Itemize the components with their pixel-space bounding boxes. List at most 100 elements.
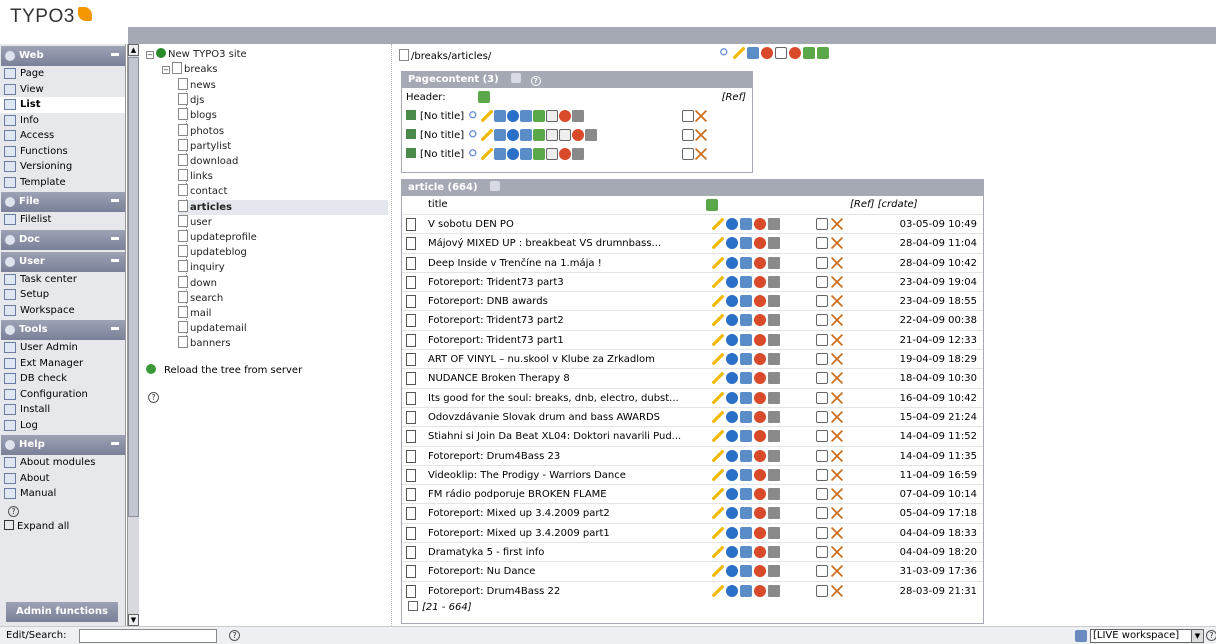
edit-icon[interactable] bbox=[481, 148, 493, 160]
document-icon[interactable] bbox=[406, 333, 416, 347]
delete-icon[interactable] bbox=[768, 256, 780, 269]
history-icon[interactable] bbox=[740, 218, 752, 230]
article-title[interactable]: Its good for the soul: breaks, dnb, elec… bbox=[428, 389, 710, 408]
info-icon[interactable] bbox=[726, 526, 738, 539]
info-icon[interactable] bbox=[726, 295, 738, 308]
document-icon[interactable] bbox=[406, 218, 416, 231]
cut-icon[interactable] bbox=[695, 148, 707, 160]
help-icon[interactable]: ? bbox=[148, 392, 159, 403]
delete-icon[interactable] bbox=[572, 110, 584, 122]
cut-icon[interactable] bbox=[831, 314, 843, 327]
document-icon[interactable] bbox=[406, 488, 416, 502]
collapse-icon[interactable] bbox=[111, 442, 119, 445]
info-icon[interactable] bbox=[726, 218, 738, 230]
copy-icon[interactable] bbox=[816, 584, 828, 597]
tree-node-mail[interactable]: mail bbox=[178, 306, 211, 321]
delete-icon[interactable] bbox=[768, 507, 780, 520]
hide-icon[interactable] bbox=[754, 584, 766, 597]
new-after-icon[interactable] bbox=[533, 148, 545, 160]
hide-icon[interactable] bbox=[754, 449, 766, 462]
article-title[interactable]: Fotoreport: Drum4Bass 22 bbox=[428, 582, 710, 601]
search-input[interactable] bbox=[79, 629, 217, 643]
info-icon[interactable] bbox=[507, 148, 519, 160]
module-item-workspace[interactable]: Workspace bbox=[0, 303, 125, 319]
module-group-tools[interactable]: Tools bbox=[1, 320, 125, 340]
document-icon[interactable] bbox=[406, 584, 416, 598]
tree-node-search[interactable]: search bbox=[178, 290, 223, 306]
collapse-icon[interactable] bbox=[111, 327, 119, 330]
module-item-view[interactable]: View bbox=[0, 82, 125, 98]
new-icon[interactable] bbox=[494, 110, 506, 122]
tree-node-breaks[interactable]: − breaks bbox=[162, 62, 218, 77]
content-element-icon[interactable] bbox=[406, 148, 416, 158]
module-item-log[interactable]: Log bbox=[0, 418, 125, 434]
history-icon[interactable] bbox=[740, 237, 752, 250]
edit-icon[interactable] bbox=[712, 546, 724, 559]
delete-icon[interactable] bbox=[768, 333, 780, 346]
cut-icon[interactable] bbox=[831, 507, 843, 520]
view-icon[interactable] bbox=[468, 148, 480, 160]
scroll-thumb[interactable] bbox=[128, 57, 139, 517]
history-icon[interactable] bbox=[740, 565, 752, 578]
delete-icon[interactable] bbox=[768, 488, 780, 501]
info-icon[interactable] bbox=[726, 237, 738, 250]
hide-icon[interactable] bbox=[754, 372, 766, 385]
column-title[interactable]: title bbox=[428, 199, 448, 210]
tree-node-updateprofile[interactable]: updateprofile bbox=[178, 230, 257, 245]
new-icon[interactable] bbox=[520, 110, 532, 122]
cut-icon[interactable] bbox=[831, 546, 843, 559]
copy-icon[interactable] bbox=[682, 129, 694, 141]
cut-icon[interactable] bbox=[831, 218, 843, 230]
article-title[interactable]: Fotoreport: Trident73 part3 bbox=[428, 273, 710, 292]
copy-icon[interactable] bbox=[816, 526, 828, 539]
tree-node-news[interactable]: news bbox=[178, 78, 216, 93]
info-icon[interactable] bbox=[726, 256, 738, 269]
cut-icon[interactable] bbox=[831, 449, 843, 462]
module-item-versioning[interactable]: Versioning bbox=[0, 159, 125, 175]
move-icon[interactable] bbox=[546, 110, 558, 122]
module-item-setup[interactable]: Setup bbox=[0, 287, 125, 303]
document-icon[interactable] bbox=[406, 372, 416, 386]
copy-icon[interactable] bbox=[816, 410, 828, 423]
tree-node-djs[interactable]: djs bbox=[178, 93, 204, 108]
document-icon[interactable] bbox=[406, 507, 416, 521]
module-item-access[interactable]: Access bbox=[0, 128, 125, 144]
module-group-web[interactable]: Web bbox=[1, 46, 125, 66]
article-title[interactable]: Videoklip: The Prodigy - Warriors Dance bbox=[428, 466, 710, 485]
document-icon[interactable] bbox=[406, 391, 416, 405]
delete-icon[interactable] bbox=[768, 584, 780, 597]
scroll-up-button[interactable]: ▲ bbox=[128, 44, 139, 56]
edit-icon[interactable] bbox=[712, 256, 724, 269]
edit-icon[interactable] bbox=[712, 353, 724, 366]
cut-icon[interactable] bbox=[831, 468, 843, 481]
copy-icon[interactable] bbox=[816, 237, 828, 250]
cut-icon[interactable] bbox=[831, 565, 843, 578]
delete-icon[interactable] bbox=[768, 353, 780, 366]
collapse-icon[interactable]: − bbox=[162, 66, 170, 74]
cut-icon[interactable] bbox=[831, 275, 843, 288]
edit-icon[interactable] bbox=[733, 47, 745, 59]
edit-icon[interactable] bbox=[712, 488, 724, 501]
delete-icon[interactable] bbox=[768, 546, 780, 559]
cut-icon[interactable] bbox=[831, 333, 843, 346]
history-icon[interactable] bbox=[740, 295, 752, 308]
info-icon[interactable] bbox=[726, 333, 738, 346]
cut-icon[interactable] bbox=[831, 391, 843, 404]
module-item-install[interactable]: Install bbox=[0, 402, 125, 418]
edit-icon[interactable] bbox=[481, 129, 493, 141]
tree-node-updateblog[interactable]: updateblog bbox=[178, 245, 247, 260]
copy-icon[interactable] bbox=[816, 218, 828, 230]
delete-icon[interactable] bbox=[768, 314, 780, 327]
delete-icon[interactable] bbox=[768, 526, 780, 539]
article-title[interactable]: Fotoreport: Mixed up 3.4.2009 part2 bbox=[428, 504, 710, 523]
document-icon[interactable] bbox=[406, 237, 416, 251]
module-item-db-check[interactable]: DB check bbox=[0, 371, 125, 387]
hide-icon[interactable] bbox=[754, 410, 766, 423]
module-item-ext-manager[interactable]: Ext Manager bbox=[0, 356, 125, 372]
info-icon[interactable] bbox=[507, 129, 519, 141]
module-item-info[interactable]: Info bbox=[0, 113, 125, 129]
hide-icon[interactable] bbox=[754, 218, 766, 230]
module-item-user-admin[interactable]: User Admin bbox=[0, 340, 125, 356]
info-icon[interactable] bbox=[726, 372, 738, 385]
article-title[interactable]: Odovzdávanie Slovak drum and bass AWARDS bbox=[428, 408, 710, 427]
